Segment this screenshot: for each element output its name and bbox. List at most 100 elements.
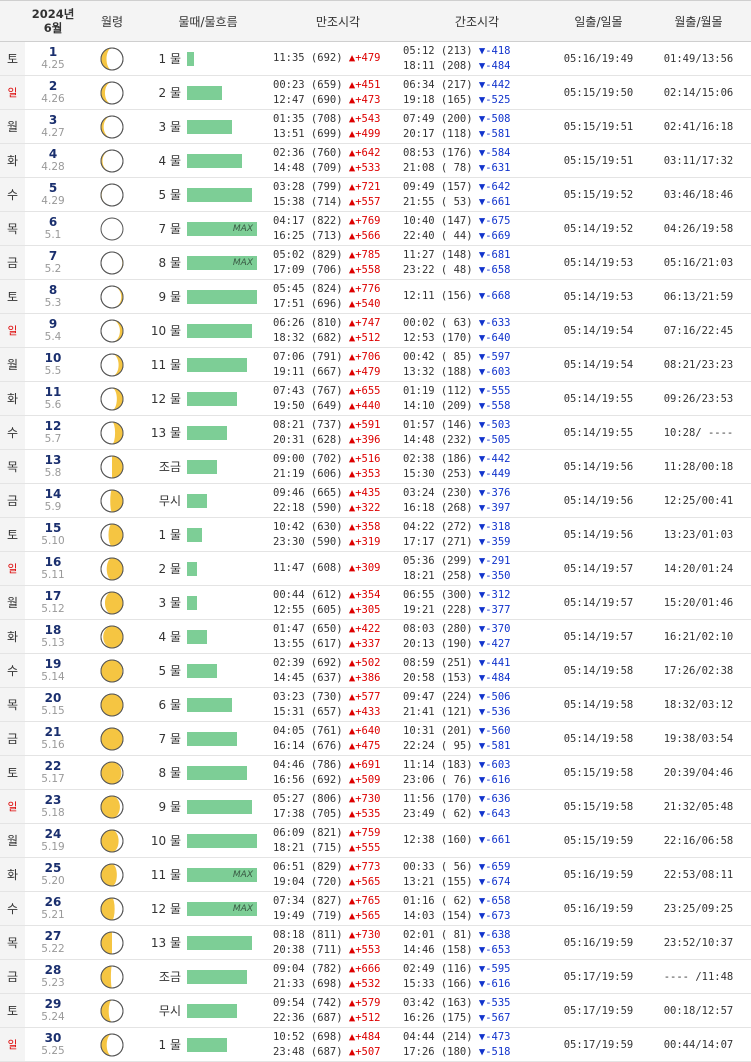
tide-time: 05:36 (299)	[403, 554, 473, 567]
solar-day: 4	[48, 147, 58, 161]
tide-delta: ▼-636	[478, 792, 511, 805]
moon-phase-icon	[100, 625, 124, 648]
lunar-date: 4.25	[41, 59, 65, 71]
sunrise-sunset: 05:14/19:55	[551, 415, 646, 450]
moonrise-moonset: 22:16/06:58	[646, 823, 751, 858]
day-of-week: 금	[0, 483, 25, 518]
tide-time: 05:12 (213)	[403, 44, 473, 57]
tide-time: 04:22 (272)	[403, 520, 473, 533]
lunar-date: 5.11	[41, 569, 65, 581]
tide-flow-cell: 5 물	[143, 653, 273, 688]
tide-line: 12:55 (605) ▲+305	[273, 603, 403, 618]
moon-phase-icon	[100, 659, 124, 682]
tide-time: 00:44 (612)	[273, 588, 343, 601]
solar-day: 22	[44, 759, 62, 773]
tide-flow-bar	[187, 731, 237, 746]
tide-time: 20:31 (628)	[273, 433, 343, 446]
tide-line: 14:46 (158) ▼-653	[403, 943, 551, 958]
tide-line: 06:55 (300) ▼-312	[403, 588, 551, 603]
tide-flow-cell: 10 물	[143, 823, 273, 858]
tide-flow-label: 1 물	[158, 52, 182, 66]
tide-delta: ▲+765	[348, 894, 381, 907]
tide-line: 18:21 (258) ▼-350	[403, 569, 551, 584]
tide-line: 12:47 (690) ▲+473	[273, 93, 403, 108]
tide-delta: ▼-681	[478, 248, 511, 261]
tide-flow-cell: 13 물	[143, 415, 273, 450]
tide-time: 22:18 (590)	[273, 501, 343, 514]
tide-time: 11:35 (692)	[273, 52, 343, 64]
tide-line: 04:22 (272) ▼-318	[403, 520, 551, 535]
date-cell: 21 5.16	[25, 721, 81, 756]
moonrise-moonset: 23:25/09:25	[646, 891, 751, 926]
tide-line: 08:53 (176) ▼-584	[403, 146, 551, 161]
tide-time: 06:34 (217)	[403, 78, 473, 91]
table-row: 토 29 5.24 무시 09:54 (742) ▲+579 22:36 (687) ▲+…	[0, 993, 751, 1028]
high-tide-cell: 05:27 (806) ▲+730 17:38 (705) ▲+535	[273, 789, 403, 824]
tide-time: 01:57 (146)	[403, 418, 473, 431]
tide-delta: ▲+565	[348, 909, 381, 922]
tide-delta: ▼-312	[478, 588, 511, 601]
tide-time: 21:19 (606)	[273, 467, 343, 480]
solar-day: 11	[44, 385, 62, 399]
tide-flow-cell: 1 물	[143, 517, 273, 552]
tide-line: 18:11 (208) ▼-484	[403, 59, 551, 74]
tide-line: 20:38 (711) ▲+553	[273, 943, 403, 958]
tide-flow-bar: MAX	[187, 901, 257, 916]
moon-cell	[81, 619, 143, 654]
sunrise-sunset: 05:16/19:49	[551, 41, 646, 76]
tide-time: 23:22 ( 48)	[403, 263, 473, 276]
date-cell: 5 4.29	[25, 177, 81, 212]
table-row: 금 7 5.2 8 물 MAX 05:02 (829) ▲+785 17:09 (706) …	[0, 245, 751, 280]
moonrise-moonset: 18:32/03:12	[646, 687, 751, 722]
tide-line: 15:38 (714) ▲+557	[273, 195, 403, 210]
solar-day: 30	[44, 1031, 62, 1045]
solar-day: 25	[44, 861, 62, 875]
tide-time: 00:02 ( 63)	[403, 316, 473, 329]
lunar-date: 5.4	[44, 331, 62, 343]
tide-delta: ▼-473	[478, 1030, 511, 1043]
high-tide-cell: 09:04 (782) ▲+666 21:33 (698) ▲+532	[273, 959, 403, 994]
solar-day: 6	[48, 215, 58, 229]
low-tide-cell: 09:49 (157) ▼-642 21:55 ( 53) ▼-661	[403, 177, 551, 212]
tide-delta: ▲+730	[348, 928, 381, 941]
tide-line: 19:50 (649) ▲+440	[273, 399, 403, 414]
moon-cell	[81, 75, 143, 110]
max-badge: MAX	[232, 257, 253, 268]
sunrise-sunset: 05:15/19:51	[551, 143, 646, 178]
tide-delta: ▼-674	[478, 875, 511, 888]
date-cell: 22 5.17	[25, 755, 81, 790]
tide-delta: ▲+785	[348, 248, 381, 261]
lunar-date: 5.14	[41, 671, 65, 683]
tide-delta: ▼-642	[478, 180, 511, 193]
tide-delta: ▲+358	[348, 520, 381, 533]
tide-line: 16:56 (692) ▲+509	[273, 773, 403, 788]
lunar-date: 5.2	[44, 263, 62, 275]
table-row: 월 3 4.27 3 물 01:35 (708) ▲+543 13:51 (699) ▲+…	[0, 109, 751, 144]
moonrise-moonset: 17:26/02:38	[646, 653, 751, 688]
tide-flow-bar	[187, 697, 232, 712]
sunrise-sunset: 05:14/19:55	[551, 381, 646, 416]
tide-time: 16:25 (713)	[273, 229, 343, 242]
tide-delta: ▲+509	[348, 773, 381, 786]
moonrise-moonset: 16:21/02:10	[646, 619, 751, 654]
tide-flow-label: 7 물	[158, 222, 182, 236]
tide-time: 14:10 (209)	[403, 399, 473, 412]
low-tide-cell: 03:24 (230) ▼-376 16:18 (268) ▼-397	[403, 483, 551, 518]
table-row: 수 12 5.7 13 물 08:21 (737) ▲+591 20:31 (628) ▲…	[0, 415, 751, 450]
header-moonrise: 월출/월몰	[646, 0, 751, 42]
day-of-week: 수	[0, 891, 25, 926]
header-tide: 물때/물흐름	[143, 0, 273, 42]
table-row: 금 28 5.23 조금 09:04 (782) ▲+666 21:33 (698) ▲+…	[0, 959, 751, 994]
tide-line: 06:26 (810) ▲+747	[273, 316, 403, 331]
tide-time: 21:41 (121)	[403, 705, 473, 718]
day-of-week: 수	[0, 415, 25, 450]
tide-time: 08:21 (737)	[273, 418, 343, 431]
tide-time: 16:14 (676)	[273, 739, 343, 752]
tide-flow-label: 2 물	[158, 86, 182, 100]
table-row: 화 25 5.20 11 물 MAX 06:51 (829) ▲+773 19:04 (72…	[0, 857, 751, 892]
moon-phase-icon	[100, 285, 124, 308]
day-of-week: 목	[0, 449, 25, 484]
date-cell: 14 5.9	[25, 483, 81, 518]
tide-flow-label: 무시	[158, 1004, 181, 1018]
lunar-date: 5.3	[44, 297, 62, 309]
